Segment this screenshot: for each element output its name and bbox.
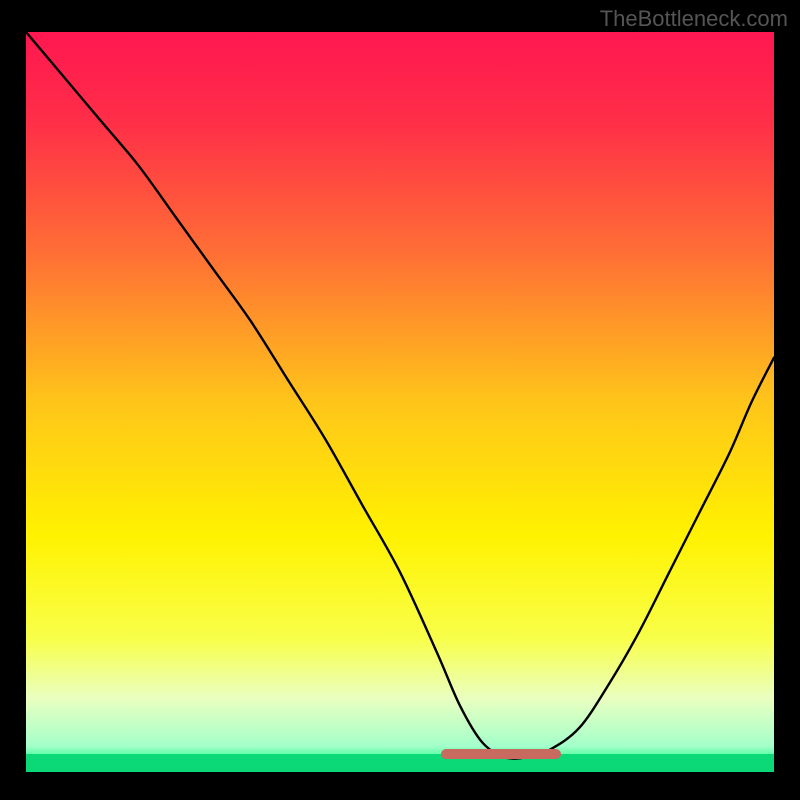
chart-curve: [26, 32, 774, 772]
chart-frame: [26, 32, 774, 772]
curve-path: [26, 32, 774, 759]
base-marker: [441, 749, 561, 759]
watermark-text: TheBottleneck.com: [600, 6, 788, 32]
